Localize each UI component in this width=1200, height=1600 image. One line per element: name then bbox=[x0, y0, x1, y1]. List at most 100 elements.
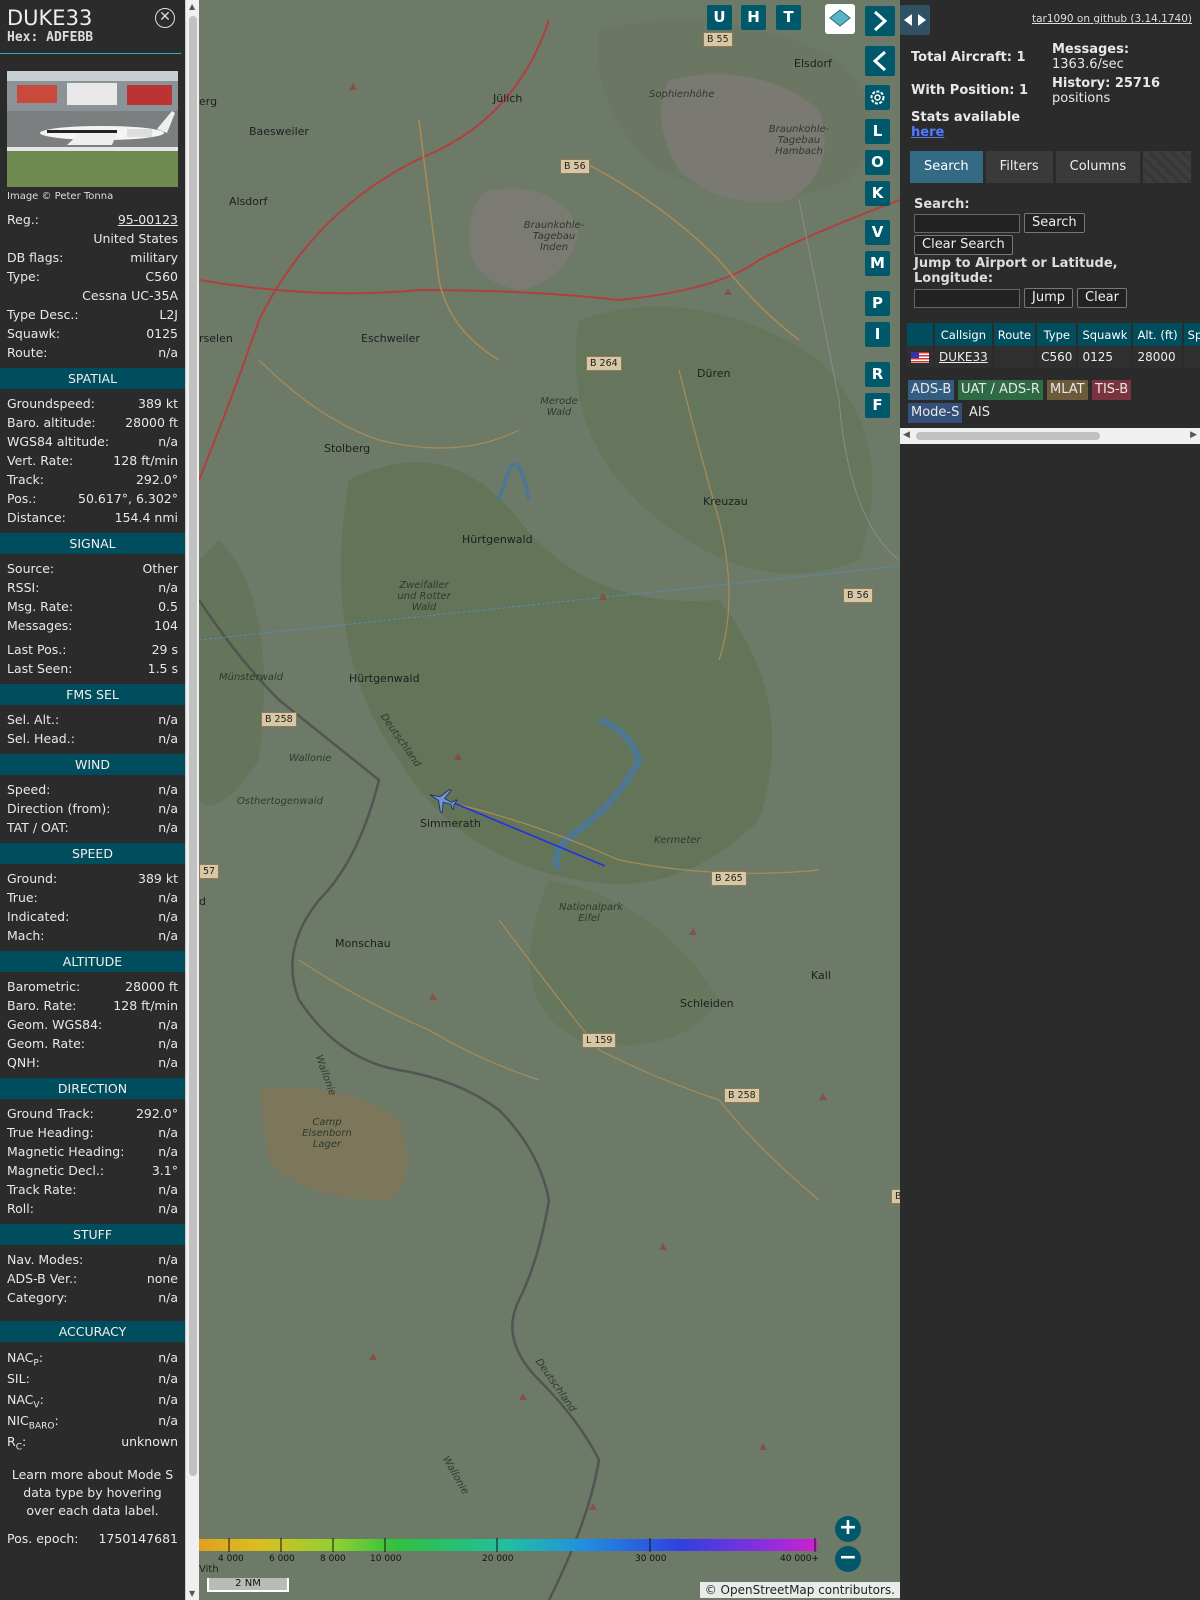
column-header-flag[interactable] bbox=[907, 323, 935, 346]
info-value: n/a bbox=[158, 801, 178, 816]
info-sections: SPATIAL Groundspeed: 389 kt Baro. altitude:… bbox=[0, 368, 185, 1307]
zoom-out-button[interactable]: − bbox=[835, 1546, 861, 1572]
accuracy-row: NICBARO: n/a bbox=[0, 1410, 185, 1432]
place-label: Simmerath bbox=[420, 817, 481, 830]
toggle-h-button[interactable]: H bbox=[741, 5, 766, 30]
info-value: United States bbox=[93, 231, 178, 246]
toggle-r-button[interactable]: R bbox=[865, 362, 890, 387]
toggle-p-button[interactable]: P bbox=[865, 291, 890, 316]
tab-filters[interactable]: Filters bbox=[985, 151, 1053, 183]
legend-badge: MLAT bbox=[1047, 380, 1088, 400]
scroll-up-icon[interactable]: ▲ bbox=[189, 2, 195, 11]
callsign-cell[interactable]: DUKE33 bbox=[934, 346, 994, 368]
clear-jump-button[interactable]: Clear bbox=[1077, 288, 1127, 308]
scroll-right-icon[interactable]: ▶ bbox=[1190, 430, 1197, 440]
place-label: rselen bbox=[199, 332, 233, 345]
zoom-in-button[interactable]: + bbox=[835, 1516, 861, 1542]
scroll-left-icon[interactable]: ◀ bbox=[903, 430, 910, 440]
info-row: Mach: n/a bbox=[0, 926, 185, 945]
table-scrollbar[interactable]: ◀ ▶ bbox=[900, 428, 1200, 444]
info-value: n/a bbox=[158, 1055, 178, 1070]
layers-button[interactable] bbox=[825, 4, 855, 34]
collapse-left-button[interactable] bbox=[865, 46, 895, 76]
toggle-u-button[interactable]: U bbox=[707, 5, 732, 30]
info-label: Type: bbox=[7, 269, 40, 284]
map-attribution[interactable]: © OpenStreetMap contributors. bbox=[699, 1582, 900, 1598]
area-label: Wallonie bbox=[289, 753, 332, 764]
column-header-callsign[interactable]: Callsign bbox=[934, 323, 994, 346]
toggle-k-button[interactable]: K bbox=[865, 181, 890, 206]
info-row: Vert. Rate: 128 ft/min bbox=[0, 451, 185, 470]
info-value: n/a bbox=[158, 909, 178, 924]
stats-here-link[interactable]: here bbox=[911, 125, 944, 140]
section-header: SPEED bbox=[0, 843, 185, 864]
info-value: none bbox=[146, 1271, 178, 1286]
callsign-link[interactable]: DUKE33 bbox=[939, 350, 988, 364]
toggle-i-button[interactable]: I bbox=[865, 322, 890, 347]
toggle-f-button[interactable]: F bbox=[865, 393, 890, 418]
scroll-thumb[interactable] bbox=[189, 16, 197, 1476]
aircraft-photo[interactable] bbox=[7, 71, 178, 187]
jump-input[interactable] bbox=[914, 288, 1020, 308]
total-aircraft: Total Aircraft: 1 bbox=[911, 50, 1026, 65]
legend-badge: AIS bbox=[969, 405, 990, 420]
with-position: With Position: 1 bbox=[911, 83, 1028, 98]
info-label: DB flags: bbox=[7, 250, 64, 265]
place-label: Düren bbox=[697, 367, 731, 380]
colon: : bbox=[21, 1434, 27, 1449]
column-header-altitude[interactable]: Alt. (ft) bbox=[1132, 323, 1184, 346]
table-header-row: Callsign Route Type Squawk Alt. (ft) Spd… bbox=[907, 323, 1200, 346]
area-label: Nationalpark Eifel bbox=[559, 902, 624, 924]
accuracy-label-text: SIL: bbox=[7, 1371, 30, 1386]
info-scrollbar[interactable]: ▲ ▼ bbox=[185, 0, 199, 1600]
info-row: Source: Other bbox=[0, 559, 185, 578]
road-shield: L 159 bbox=[582, 1033, 617, 1048]
toggle-l-button[interactable]: L bbox=[865, 119, 890, 144]
info-row: True: n/a bbox=[0, 888, 185, 907]
info-row: Roll: n/a bbox=[0, 1199, 185, 1218]
clear-search-button[interactable]: Clear Search bbox=[914, 235, 1013, 255]
map-view[interactable]: Jülich Baesweiler Alsdorf Eschweiler Sto… bbox=[199, 0, 900, 1600]
toggle-sidebar-button[interactable] bbox=[900, 5, 930, 35]
chevron-left-icon bbox=[872, 50, 887, 72]
info-row: Magnetic Heading: n/a bbox=[0, 1142, 185, 1161]
settings-button[interactable] bbox=[865, 85, 890, 110]
toggle-o-button[interactable]: O bbox=[865, 150, 890, 175]
expand-right-button[interactable] bbox=[865, 6, 895, 36]
close-icon[interactable]: ✕ bbox=[155, 8, 175, 28]
version-link[interactable]: tar1090 on github (3.14.1740) bbox=[1032, 13, 1192, 25]
search-input[interactable] bbox=[914, 213, 1020, 233]
info-label: Direction (from): bbox=[7, 801, 111, 816]
accuracy-value: n/a bbox=[158, 1413, 178, 1428]
info-value: n/a bbox=[158, 731, 178, 746]
toggle-v-button[interactable]: V bbox=[865, 220, 890, 245]
info-label: Type Desc.: bbox=[7, 307, 79, 322]
table-row[interactable]: DUKE33 C560 0125 28000 bbox=[907, 346, 1200, 368]
jump-button[interactable]: Jump bbox=[1024, 288, 1073, 308]
column-header-squawk[interactable]: Squawk bbox=[1077, 323, 1134, 346]
column-header-speed[interactable]: Spd. bbox=[1182, 323, 1200, 346]
image-credit: Image © Peter Tonna bbox=[7, 191, 114, 202]
stats-available: Stats available here bbox=[911, 110, 1020, 140]
column-header-type[interactable]: Type bbox=[1036, 323, 1079, 346]
tab-search[interactable]: Search bbox=[910, 151, 983, 183]
tab-columns[interactable]: Columns bbox=[1055, 151, 1141, 183]
info-label: True: bbox=[7, 890, 38, 905]
info-value[interactable]: 95-00123 bbox=[118, 210, 178, 229]
road-shield: B 265 bbox=[711, 871, 747, 886]
sidebar-tabs: Search Filters Columns bbox=[910, 151, 1191, 183]
toggle-m-button[interactable]: M bbox=[865, 251, 890, 276]
aircraft-hex: Hex: ADFEBB bbox=[7, 30, 94, 45]
history-stat: History: 25716 positions bbox=[1052, 76, 1160, 106]
column-header-route[interactable]: Route bbox=[992, 323, 1038, 346]
info-value: 28000 ft bbox=[125, 415, 178, 430]
search-button[interactable]: Search bbox=[1024, 213, 1085, 233]
toggle-t-button[interactable]: T bbox=[776, 5, 801, 30]
scroll-down-icon[interactable]: ▼ bbox=[189, 1589, 195, 1598]
section-header: SIGNAL bbox=[0, 533, 185, 554]
info-row: Messages: 104 bbox=[0, 616, 185, 635]
scroll-thumb[interactable] bbox=[916, 432, 1100, 440]
info-label: Geom. Rate: bbox=[7, 1036, 86, 1051]
info-row: Category: n/a bbox=[0, 1288, 185, 1307]
gear-icon bbox=[870, 90, 885, 105]
